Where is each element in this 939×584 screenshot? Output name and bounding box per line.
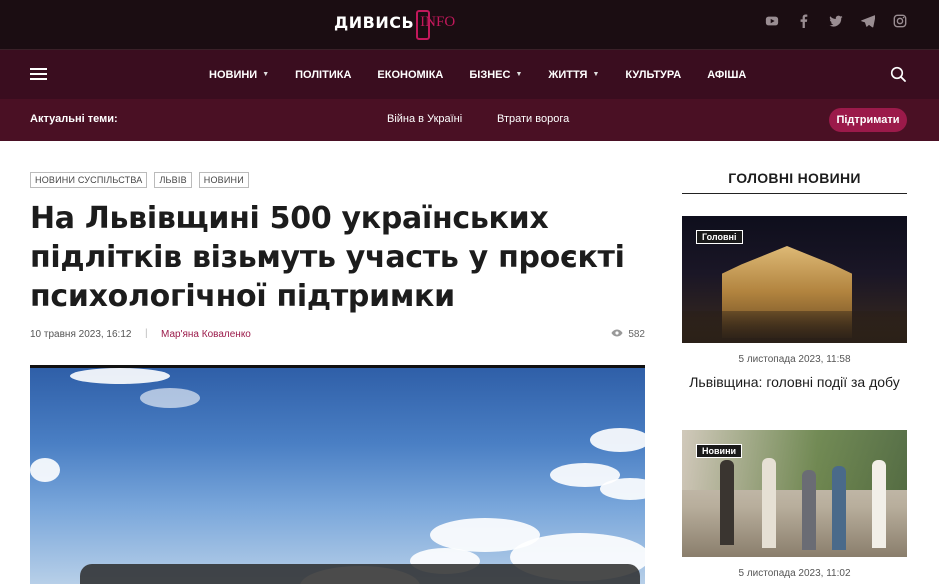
chevron-down-icon: ▼ bbox=[515, 71, 523, 78]
nav-item-news[interactable]: НОВИНИ ▼ bbox=[209, 69, 269, 81]
view-count: 582 bbox=[611, 329, 645, 340]
main-nav: НОВИНИ ▼ ПОЛІТИКА ЕКОНОМІКА БІЗНЕС ▼ ЖИТТЯ… bbox=[209, 50, 772, 99]
nav-item-economy[interactable]: ЕКОНОМІКА bbox=[377, 69, 443, 81]
nav-item-afisha[interactable]: АФІША bbox=[707, 69, 746, 81]
site-logo[interactable]: ДИВИСЬ INFO bbox=[334, 8, 455, 40]
nav-item-culture[interactable]: КУЛЬТУРА bbox=[625, 69, 681, 81]
telegram-icon[interactable] bbox=[859, 12, 877, 30]
support-button[interactable]: Підтримати bbox=[829, 108, 907, 132]
logo-text: ДИВИСЬ bbox=[334, 12, 415, 32]
phone-frame-icon bbox=[416, 9, 431, 40]
news-card-title[interactable]: Львівщина: головні події за добу bbox=[682, 373, 907, 391]
badge-main-news: Головні bbox=[696, 230, 743, 244]
article-meta: 10 травня 2023, 16:12 | Мар'яна Коваленк… bbox=[30, 328, 645, 343]
chevron-down-icon: ▼ bbox=[262, 71, 270, 78]
topic-link-enemy-losses[interactable]: Втрати ворога bbox=[497, 113, 569, 125]
article-hero-image bbox=[30, 365, 645, 584]
news-card-image[interactable]: Новини bbox=[682, 430, 907, 557]
chevron-down-icon: ▼ bbox=[592, 71, 600, 78]
sidebar-heading: ГОЛОВНІ НОВИНИ bbox=[682, 170, 907, 194]
menu-icon[interactable] bbox=[30, 68, 47, 80]
top-bar: ДИВИСЬ INFO bbox=[0, 0, 939, 50]
instagram-icon[interactable] bbox=[891, 12, 909, 30]
news-card-date: 5 листопада 2023, 11:02 bbox=[738, 568, 851, 579]
nav-item-life[interactable]: ЖИТТЯ ▼ bbox=[548, 69, 599, 81]
article-title: На Львівщині 500 українських підлітків в… bbox=[30, 201, 625, 314]
article-date: 10 травня 2023, 16:12 bbox=[30, 329, 132, 340]
topics-bar: Актуальні теми: Війна в Україні Втрати в… bbox=[0, 99, 939, 141]
social-links bbox=[763, 12, 909, 30]
search-icon[interactable] bbox=[890, 66, 906, 82]
tag-news[interactable]: НОВИНИ bbox=[198, 172, 249, 188]
nav-item-politics[interactable]: ПОЛІТИКА bbox=[295, 69, 351, 81]
tag-lviv[interactable]: ЛЬВІВ bbox=[154, 172, 192, 188]
main-nav-bar: НОВИНИ ▼ ПОЛІТИКА ЕКОНОМІКА БІЗНЕС ▼ ЖИТТЯ… bbox=[0, 50, 939, 99]
tag-society-news[interactable]: НОВИНИ СУСПІЛЬСТВА bbox=[30, 172, 148, 188]
news-card-image[interactable]: Головні bbox=[682, 216, 907, 343]
topics-label: Актуальні теми: bbox=[30, 113, 118, 125]
view-count-value: 582 bbox=[628, 329, 645, 340]
nav-item-business[interactable]: БІЗНЕС ▼ bbox=[469, 69, 522, 81]
logo-info-text: INFO bbox=[416, 9, 455, 40]
youtube-icon[interactable] bbox=[763, 12, 781, 30]
news-card-date: 5 листопада 2023, 11:58 bbox=[738, 354, 851, 365]
eye-icon bbox=[611, 329, 623, 340]
article-tags: НОВИНИ СУСПІЛЬСТВА ЛЬВІВ НОВИНИ bbox=[30, 172, 249, 188]
badge-news: Новини bbox=[696, 444, 743, 458]
article-author[interactable]: Мар'яна Коваленко bbox=[161, 329, 251, 340]
twitter-icon[interactable] bbox=[827, 12, 845, 30]
topic-link-war[interactable]: Війна в Україні bbox=[387, 113, 462, 125]
meta-divider: | bbox=[145, 328, 148, 339]
facebook-icon[interactable] bbox=[795, 12, 813, 30]
